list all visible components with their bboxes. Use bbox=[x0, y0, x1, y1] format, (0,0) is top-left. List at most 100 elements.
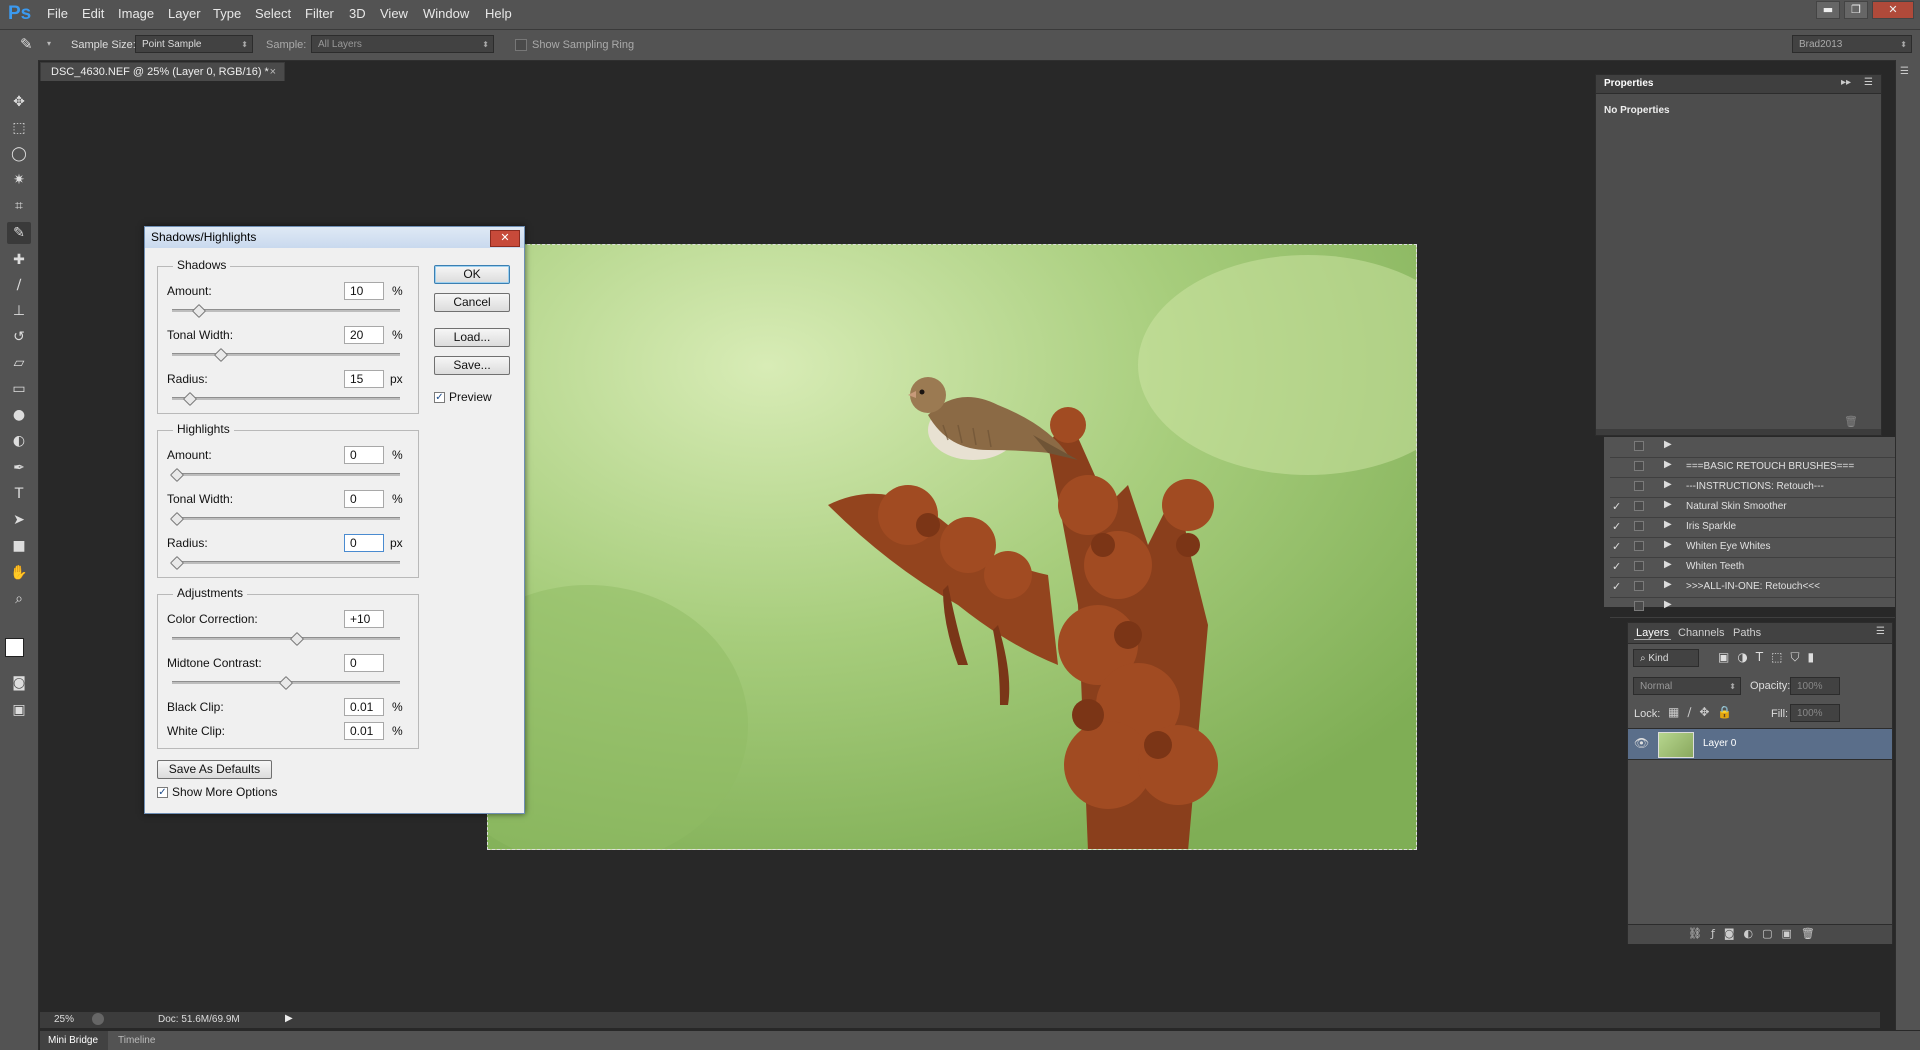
expand-triangle-icon[interactable]: ▶ bbox=[1664, 499, 1672, 510]
menu-edit[interactable]: Edit bbox=[82, 6, 104, 21]
preview-checkbox[interactable]: ✓ bbox=[434, 392, 445, 403]
screen-mode-icon[interactable]: ▣ bbox=[7, 699, 31, 721]
highlights-amount-slider[interactable] bbox=[169, 467, 400, 483]
ok-button[interactable]: OK bbox=[434, 265, 510, 284]
midtone-contrast-slider[interactable] bbox=[172, 675, 400, 691]
expand-triangle-icon[interactable]: ▶ bbox=[1664, 559, 1672, 570]
expand-triangle-icon[interactable]: ▶ bbox=[1664, 439, 1672, 450]
menu-type[interactable]: Type bbox=[213, 6, 241, 21]
close-tab-icon[interactable]: × bbox=[270, 63, 276, 82]
workspace-select[interactable]: Brad2013 ⬍ bbox=[1792, 35, 1912, 53]
tab-timeline[interactable]: Timeline bbox=[118, 1035, 155, 1046]
action-dialog-toggle[interactable] bbox=[1634, 561, 1644, 571]
lock-icons[interactable]: ▦∕✥🔒 bbox=[1668, 705, 1740, 719]
expand-triangle-icon[interactable]: ▶ bbox=[1664, 479, 1672, 490]
color-correction-slider[interactable] bbox=[172, 631, 400, 647]
dodge-tool-icon[interactable]: ◐ bbox=[7, 430, 31, 452]
action-enabled-check[interactable]: ✓ bbox=[1612, 520, 1624, 533]
expand-triangle-icon[interactable]: ▶ bbox=[1664, 539, 1672, 550]
cancel-button[interactable]: Cancel bbox=[434, 293, 510, 312]
action-enabled-check[interactable]: ✓ bbox=[1612, 580, 1624, 593]
save-as-defaults-button[interactable]: Save As Defaults bbox=[157, 760, 272, 779]
black-clip-field[interactable]: 0.01 bbox=[344, 698, 384, 716]
action-row[interactable]: ✓ ▶ Whiten Teeth bbox=[1610, 557, 1895, 578]
action-dialog-toggle[interactable] bbox=[1634, 441, 1644, 451]
tab-paths[interactable]: Paths bbox=[1733, 627, 1761, 639]
sample-select[interactable]: All Layers ⬍ bbox=[311, 35, 494, 53]
tab-channels[interactable]: Channels bbox=[1678, 627, 1724, 639]
clone-stamp-icon[interactable]: ⊥ bbox=[7, 300, 31, 322]
canvas-image[interactable] bbox=[487, 244, 1417, 850]
menu-3d[interactable]: 3D bbox=[349, 6, 366, 21]
tab-mini-bridge[interactable]: Mini Bridge bbox=[40, 1031, 108, 1050]
quick-mask-icon[interactable]: ◙ bbox=[7, 672, 31, 694]
document-tab[interactable]: DSC_4630.NEF @ 25% (Layer 0, RGB/16) * × bbox=[40, 62, 285, 81]
shadows-tonal-field[interactable]: 20 bbox=[344, 326, 384, 344]
status-menu-arrow-icon[interactable]: ▶ bbox=[285, 1013, 293, 1024]
shadows-radius-field[interactable]: 15 bbox=[344, 370, 384, 388]
move-tool-icon[interactable]: ✥ bbox=[7, 91, 31, 113]
action-dialog-toggle[interactable] bbox=[1634, 481, 1644, 491]
dialog-close-button[interactable]: ✕ bbox=[490, 230, 520, 247]
action-dialog-toggle[interactable] bbox=[1634, 461, 1644, 471]
action-enabled-check[interactable]: ✓ bbox=[1612, 560, 1624, 573]
panel-resize-handle[interactable] bbox=[1596, 429, 1881, 435]
menu-filter[interactable]: Filter bbox=[305, 6, 334, 21]
layer-filter-icons[interactable]: ▣◑T⬚⛉▮ bbox=[1718, 650, 1822, 665]
crop-tool-icon[interactable]: ⌗ bbox=[7, 195, 31, 217]
load-button[interactable]: Load... bbox=[434, 328, 510, 347]
blend-mode-select[interactable]: Normal ⬍ bbox=[1633, 677, 1741, 695]
dock-menu-icon[interactable]: ☰ bbox=[1900, 66, 1909, 77]
eyedropper-icon[interactable]: ✎ bbox=[20, 35, 33, 53]
highlights-tonal-slider[interactable] bbox=[169, 511, 400, 527]
panel-menu-icon[interactable]: ☰ bbox=[1876, 626, 1885, 637]
tool-preset-chevron-icon[interactable]: ▾ bbox=[47, 39, 51, 48]
menu-select[interactable]: Select bbox=[255, 6, 291, 21]
shadows-radius-slider[interactable] bbox=[172, 391, 400, 407]
action-row[interactable]: ▶ ===BASIC RETOUCH BRUSHES=== bbox=[1610, 457, 1895, 478]
expand-triangle-icon[interactable]: ▶ bbox=[1664, 599, 1672, 610]
action-row[interactable]: ✓ ▶ >>>ALL-IN-ONE: Retouch<<< bbox=[1610, 577, 1895, 598]
path-selection-icon[interactable]: ➤ bbox=[7, 509, 31, 531]
highlights-radius-field[interactable]: 0 bbox=[344, 534, 384, 552]
white-clip-field[interactable]: 0.01 bbox=[344, 722, 384, 740]
lasso-tool-icon[interactable]: ◯ bbox=[7, 143, 31, 165]
marquee-tool-icon[interactable]: ⬚ bbox=[7, 117, 31, 139]
action-row[interactable]: ▶ ---INSTRUCTIONS: Retouch--- bbox=[1610, 477, 1895, 498]
highlights-radius-slider[interactable] bbox=[169, 555, 400, 571]
blur-tool-icon[interactable]: ● bbox=[7, 404, 31, 426]
show-more-options-checkbox[interactable]: ✓ bbox=[157, 787, 168, 798]
close-window-button[interactable]: ✕ bbox=[1872, 1, 1914, 19]
action-dialog-toggle[interactable] bbox=[1634, 601, 1644, 611]
menu-help[interactable]: Help bbox=[485, 6, 512, 21]
visibility-eye-icon[interactable]: 👁 bbox=[1634, 736, 1649, 750]
layer-row[interactable]: 👁 Layer 0 bbox=[1628, 728, 1892, 760]
tab-layers[interactable]: Layers bbox=[1634, 627, 1672, 640]
action-dialog-toggle[interactable] bbox=[1634, 581, 1644, 591]
fill-field[interactable]: 100% bbox=[1790, 704, 1840, 722]
action-row[interactable]: ✓ ▶ Whiten Eye Whites bbox=[1610, 537, 1895, 558]
menu-layer[interactable]: Layer bbox=[168, 6, 201, 21]
midtone-contrast-field[interactable]: 0 bbox=[344, 654, 384, 672]
healing-brush-icon[interactable]: ✚ bbox=[7, 249, 31, 271]
action-row[interactable]: ▶ bbox=[1610, 437, 1895, 458]
filter-kind-select[interactable]: ⌕ Kind bbox=[1633, 649, 1699, 667]
brush-tool-icon[interactable]: ∕ bbox=[7, 274, 31, 296]
minimize-button[interactable]: ▬ bbox=[1816, 1, 1840, 19]
eyedropper-tool-icon[interactable]: ✎ bbox=[7, 222, 31, 244]
magic-wand-icon[interactable]: ✷ bbox=[7, 169, 31, 191]
action-row[interactable]: ✓ ▶ Iris Sparkle bbox=[1610, 517, 1895, 538]
opacity-field[interactable]: 100% bbox=[1790, 677, 1840, 695]
action-dialog-toggle[interactable] bbox=[1634, 501, 1644, 511]
menu-file[interactable]: File bbox=[47, 6, 68, 21]
action-row[interactable]: ▶ bbox=[1610, 597, 1895, 618]
highlights-amount-field[interactable]: 0 bbox=[344, 446, 384, 464]
gradient-tool-icon[interactable]: ▭ bbox=[7, 378, 31, 400]
status-info-icon[interactable] bbox=[92, 1013, 104, 1025]
action-dialog-toggle[interactable] bbox=[1634, 521, 1644, 531]
action-dialog-toggle[interactable] bbox=[1634, 541, 1644, 551]
shadows-amount-field[interactable]: 10 bbox=[344, 282, 384, 300]
color-correction-field[interactable]: +10 bbox=[344, 610, 384, 628]
expand-triangle-icon[interactable]: ▶ bbox=[1664, 519, 1672, 530]
shadows-amount-slider[interactable] bbox=[172, 303, 400, 319]
